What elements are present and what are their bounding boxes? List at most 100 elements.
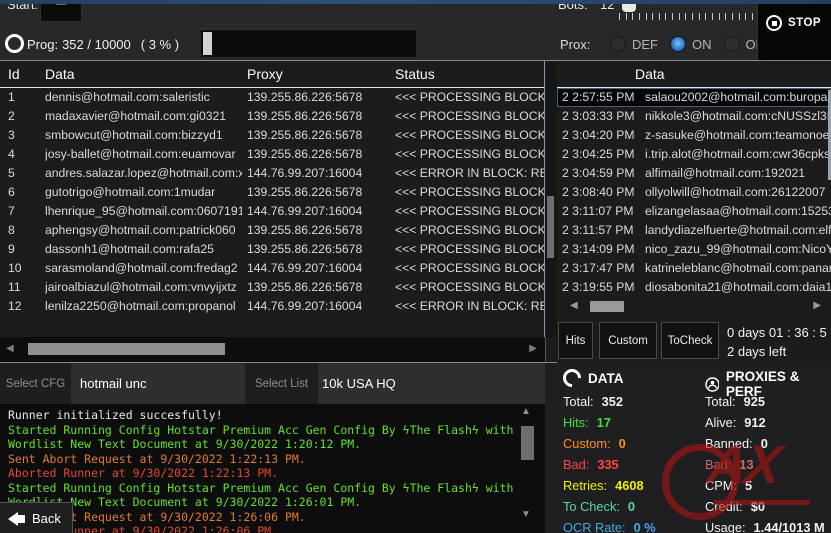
prox-radio-def[interactable]	[610, 36, 626, 52]
prox-label: Prox:	[560, 37, 590, 52]
prox-radio-off[interactable]	[724, 36, 740, 52]
hit-row[interactable]: 2 2:57:55 PMsalaou2002@hotmail.com:burop…	[557, 88, 831, 107]
cell-status: <<< ERROR IN BLOCK: REQU	[395, 299, 544, 313]
cell-status: <<< PROCESSING BLOCK: RE	[395, 242, 544, 256]
scroll-left-icon[interactable]: ◀	[570, 300, 578, 311]
cell-status: <<< PROCESSING BLOCK: RE	[395, 185, 544, 199]
table-row[interactable]: 8aphengsy@hotmail.com:patrick060139.255.…	[0, 221, 544, 240]
tick-mark	[739, 13, 740, 20]
selected-config-name: hotmail unc	[80, 363, 146, 404]
table-row[interactable]: 10sarasmoland@hotmail.com:fredag2144.76.…	[0, 259, 544, 278]
hit-row[interactable]: 2 3:04:25 PMi.trip.alot@hotmail.com:cwr3…	[557, 145, 831, 164]
scrollbar-thumb[interactable]	[547, 196, 554, 258]
select-list-button[interactable]: Select List	[245, 363, 318, 404]
log-line: Aborted Runner at 9/30/2022 1:26:06 PM.	[8, 524, 515, 533]
select-cfg-button[interactable]: Select CFG	[0, 363, 71, 404]
column-header-id[interactable]: Id	[8, 66, 20, 82]
tab-tocheck[interactable]: ToCheck	[661, 322, 719, 359]
scroll-right-icon[interactable]: ▶	[813, 300, 821, 311]
top-bar: Start: Prog:352 / 10000( 3 % ) Bots: 12 …	[0, 0, 831, 61]
timer-remaining: 2 days left	[727, 344, 786, 359]
table-row[interactable]: 3smbowcut@hotmail.com:bizzyd1139.255.86.…	[0, 126, 544, 145]
cell-data: landydiazelfuerte@hotmail.com:elfu	[645, 223, 831, 237]
tick-mark	[646, 13, 647, 20]
cell-time: 2 3:08:40 PM	[562, 185, 642, 199]
table-row[interactable]: 6gutotrigo@hotmail.com:1mudar139.255.86.…	[0, 183, 544, 202]
stat-value: 1.44/1013 M	[754, 520, 825, 533]
stat-item: Banned:0	[705, 433, 825, 454]
tab-custom[interactable]: Custom	[599, 322, 657, 359]
log-scrollbar-thumb[interactable]	[521, 426, 534, 460]
column-header-data[interactable]: Data	[45, 66, 75, 82]
data-ring-icon	[559, 365, 584, 390]
cell-proxy: 144.76.99.207:16004	[247, 204, 391, 218]
back-button[interactable]: Back	[0, 502, 73, 533]
stat-label: To Check:	[563, 499, 620, 514]
cell-id: 4	[8, 147, 40, 161]
cell-status: <<< PROCESSING BLOCK: RE	[395, 90, 544, 104]
table-row[interactable]: 9dassonh1@hotmail.com:rafa25139.255.86.2…	[0, 240, 544, 259]
log-line: Wordlist New Text Document at 9/30/2022 …	[8, 495, 515, 510]
table-row[interactable]: 11jairoalbiazul@hotmail.com:vnvyijxtz139…	[0, 278, 544, 297]
log-line: Runner initialized succesfully!	[8, 408, 515, 423]
hits-horizontal-scrollbar[interactable]: ◀ ▶	[558, 296, 831, 318]
cell-data: andres.salazar.lopez@hotmail.com:x	[45, 166, 242, 180]
stop-area: STOP	[757, 4, 831, 61]
stat-label: Total:	[563, 394, 594, 409]
scroll-right-icon[interactable]: ▶	[529, 343, 537, 354]
cell-status: <<< PROCESSING BLOCK: RE	[395, 147, 544, 161]
hit-row[interactable]: 2 3:03:33 PMnikkole3@hotmail.com:cNUSSzl…	[557, 107, 831, 126]
cell-data: lhenrique_95@hotmail.com:0607191	[45, 204, 242, 218]
cell-proxy: 144.76.99.207:16004	[247, 261, 391, 275]
stat-value: 335	[597, 457, 618, 472]
hit-row[interactable]: 2 3:17:47 PMkatrineleblanc@hotmail.com:p…	[557, 259, 831, 278]
stat-value: 912	[744, 415, 765, 430]
hits-rows: 2 2:57:55 PMsalaou2002@hotmail.com:burop…	[557, 88, 831, 297]
column-header-status[interactable]: Status	[395, 66, 435, 82]
scrollbar-thumb[interactable]	[590, 301, 624, 312]
tick-mark	[732, 13, 733, 20]
scroll-left-icon[interactable]: ◀	[6, 343, 14, 354]
scroll-up-icon[interactable]: ▲	[521, 406, 531, 417]
cell-data: ollyolwill@hotmail.com:26122007	[645, 185, 831, 199]
stat-label: Custom:	[563, 436, 611, 451]
stat-value: 17	[597, 415, 611, 430]
table-row[interactable]: 7lhenrique_95@hotmail.com:0607191144.76.…	[0, 202, 544, 221]
table-row[interactable]: 2madaxavier@hotmail.com:gi0321139.255.86…	[0, 107, 544, 126]
prog-label: Prog:	[27, 37, 58, 52]
table-row[interactable]: 12lenilza2250@hotmail.com:propanol144.76…	[0, 297, 544, 316]
hit-row[interactable]: 2 3:11:07 PMelizangelasaa@hotmail.com:15…	[557, 202, 831, 221]
tick-mark	[659, 13, 660, 20]
column-header-hit-data[interactable]: Data	[635, 66, 665, 82]
table-row[interactable]: 5andres.salazar.lopez@hotmail.com:x144.7…	[0, 164, 544, 183]
hit-row[interactable]: 2 3:11:57 PMlandydiazelfuerte@hotmail.co…	[557, 221, 831, 240]
cell-data: nikkole3@hotmail.com:cNUSSzl3M	[645, 109, 831, 123]
stop-button[interactable]: STOP	[766, 15, 821, 31]
log-line: Sent Abort Request at 9/30/2022 1:26:06 …	[8, 510, 515, 525]
stat-label: Banned:	[705, 436, 753, 451]
log-line: Wordlist New Text Document at 9/30/2022 …	[8, 437, 515, 452]
results-horizontal-scrollbar[interactable]: ◀ ▶	[0, 337, 546, 362]
cell-data: nico_zazu_99@hotmail.com:NicoYC	[645, 242, 831, 256]
runner-window: Start: Prog:352 / 10000( 3 % ) Bots: 12 …	[0, 0, 831, 533]
column-header-proxy[interactable]: Proxy	[247, 66, 283, 82]
cell-id: 10	[8, 261, 40, 275]
prox-radio-on[interactable]	[670, 36, 686, 52]
table-row[interactable]: 4josy-ballet@hotmail.com:euamovar139.255…	[0, 145, 544, 164]
scrollbar-thumb[interactable]	[28, 343, 225, 355]
selected-wordlist-name: 10k USA HQ	[322, 363, 396, 404]
hit-row[interactable]: 2 3:19:55 PMdiosabonita21@hotmail.com:da…	[557, 278, 831, 297]
hit-row[interactable]: 2 3:08:40 PMollyolwill@hotmail.com:26122…	[557, 183, 831, 202]
cell-time: 2 3:11:57 PM	[562, 223, 642, 237]
data-panel-title: DATA	[588, 371, 624, 386]
hit-row[interactable]: 2 3:04:20 PMz-sasuke@hotmail.com:teamono…	[557, 126, 831, 145]
table-row[interactable]: 1dennis@hotmail.com:saleristic139.255.86…	[0, 88, 544, 107]
stat-item: Usage:1.44/1013 M	[705, 517, 825, 533]
scroll-down-icon[interactable]: ▼	[521, 509, 531, 520]
stat-label: Total:	[705, 394, 736, 409]
hit-row[interactable]: 2 3:14:09 PMnico_zazu_99@hotmail.com:Nic…	[557, 240, 831, 259]
stat-item: Bad:13	[705, 454, 825, 475]
cell-data: dennis@hotmail.com:saleristic	[45, 90, 242, 104]
tab-hits[interactable]: Hits	[558, 322, 593, 359]
hit-row[interactable]: 2 3:04:59 PMalfimail@hotmail.com:192021	[557, 164, 831, 183]
